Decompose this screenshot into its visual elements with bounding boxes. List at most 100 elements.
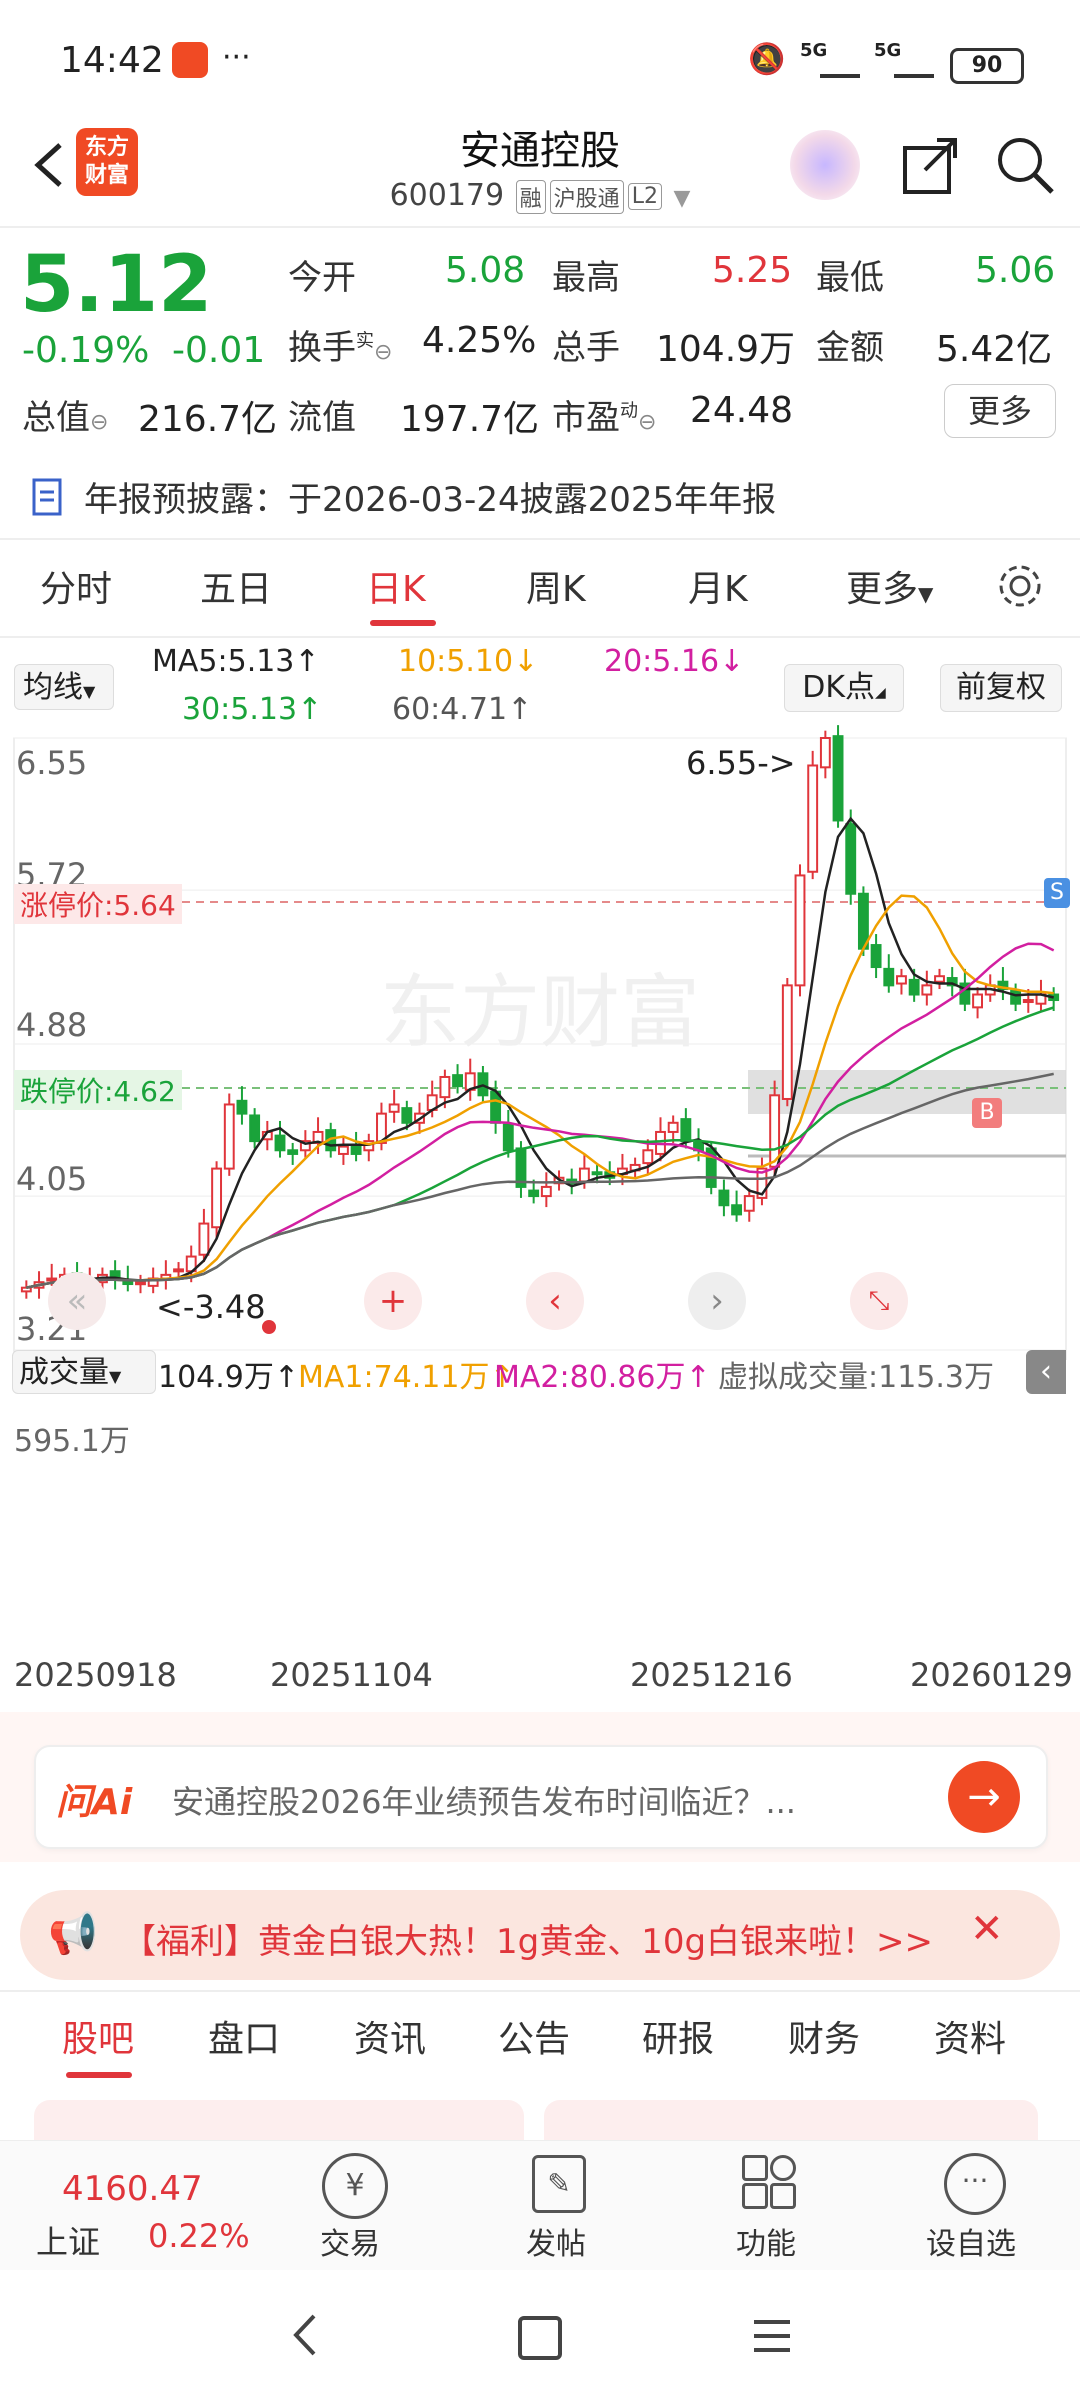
candle bbox=[718, 1189, 730, 1207]
system-navbar bbox=[0, 2270, 1080, 2400]
candle bbox=[743, 1195, 755, 1212]
sell-point-marker[interactable]: S bbox=[1044, 878, 1070, 908]
search-icon[interactable] bbox=[990, 130, 1060, 200]
robot-avatar-icon[interactable] bbox=[790, 130, 860, 200]
chevron-left-icon[interactable]: ‹ bbox=[526, 1272, 584, 1330]
nav-menu-icon[interactable] bbox=[750, 2314, 794, 2358]
zoom-in-icon[interactable]: + bbox=[364, 1272, 422, 1330]
tab-research[interactable]: 研报 bbox=[642, 2010, 714, 2062]
index-name: 上证 bbox=[36, 2223, 101, 2261]
date-label-3: 20251216 bbox=[630, 1656, 793, 1694]
promo-text: 【福利】黄金白银大热！1g黄金、10g白银来啦！>> bbox=[122, 1922, 934, 1962]
candle bbox=[198, 1222, 210, 1256]
y-tick-3: 4.88 bbox=[16, 1006, 88, 1044]
tag-l2: L2 bbox=[627, 183, 662, 210]
ai-question-text: 安通控股2026年业绩预告发布时间临近？... bbox=[172, 1783, 796, 1821]
change-pct: -0.19% bbox=[22, 330, 150, 371]
bottom-tab-indicator bbox=[66, 2072, 132, 2078]
arrow-right-icon[interactable]: → bbox=[948, 1761, 1020, 1833]
vol-ma2: MA2:80.86万↑ bbox=[494, 1360, 711, 1395]
more-quote-button[interactable]: 更多 bbox=[944, 384, 1056, 438]
open-label: 今开 bbox=[288, 258, 356, 298]
candle bbox=[870, 944, 882, 969]
pe-label: 市盈动⊖ bbox=[552, 398, 657, 438]
candle bbox=[236, 1099, 248, 1115]
candle bbox=[528, 1189, 540, 1198]
mute-icon: 🔕 bbox=[748, 42, 786, 77]
tab-guba[interactable]: 股吧 bbox=[62, 2010, 134, 2062]
volume-value: 104.9万 bbox=[656, 329, 796, 370]
y-tick-1: 6.55 bbox=[16, 744, 88, 782]
candle bbox=[452, 1074, 463, 1088]
candle bbox=[249, 1114, 261, 1143]
candle bbox=[223, 1103, 235, 1170]
virtual-volume: 虚拟成交量:115.3万 bbox=[718, 1360, 994, 1395]
trade-icon[interactable]: ¥ bbox=[322, 2153, 388, 2219]
tab-news[interactable]: 资讯 bbox=[354, 2010, 426, 2062]
status-time: 14:42 bbox=[60, 40, 164, 81]
amount-value: 5.42亿 bbox=[936, 329, 1053, 370]
candle bbox=[781, 984, 793, 1100]
nav-functions[interactable]: 功能 bbox=[736, 2219, 796, 2263]
close-icon[interactable]: ✕ bbox=[970, 1906, 1004, 1952]
nav-add-watchlist[interactable]: 设自选 bbox=[926, 2219, 1016, 2263]
nav-back-icon[interactable] bbox=[284, 2310, 328, 2360]
tab-profile[interactable]: 资料 bbox=[934, 2010, 1006, 2062]
candle bbox=[211, 1167, 223, 1229]
date-label-1: 20250918 bbox=[14, 1656, 177, 1694]
limit-down-label: 跌停价:4.62 bbox=[14, 1070, 182, 1110]
card-peek-left bbox=[34, 2100, 524, 2144]
ai-question-bar[interactable]: 问Ai 安通控股2026年业绩预告发布时间临近？... → bbox=[34, 1745, 1048, 1849]
dropdown-icon: ▼ bbox=[673, 186, 691, 211]
high-value: 5.25 bbox=[712, 250, 793, 291]
tag-connect: 沪股通 bbox=[549, 179, 624, 214]
chevron-right-icon[interactable]: › bbox=[688, 1272, 746, 1330]
candle bbox=[1010, 989, 1022, 1005]
post-icon[interactable]: ✎ bbox=[532, 2155, 586, 2213]
min-price-marker: <-3.48 bbox=[156, 1288, 266, 1326]
candle bbox=[439, 1075, 451, 1099]
candle bbox=[857, 892, 869, 950]
battery-icon: 90 bbox=[950, 48, 1024, 84]
max-price-marker: 6.55-> bbox=[686, 744, 796, 782]
amount-label: 金额 bbox=[816, 328, 884, 368]
signal-icon-1 bbox=[820, 50, 860, 78]
low-label: 最低 bbox=[816, 258, 884, 298]
candle bbox=[591, 1171, 603, 1176]
promo-banner[interactable]: 📢 【福利】黄金白银大热！1g黄金、10g白银来啦！>> ✕ bbox=[20, 1890, 1060, 1980]
watermark: 东方财富 bbox=[380, 966, 700, 1059]
nav-trade[interactable]: 交易 bbox=[320, 2219, 380, 2263]
nav-home-icon[interactable] bbox=[518, 2316, 562, 2360]
volume-current: 104.9万↑ bbox=[158, 1360, 300, 1395]
scroll-left-fast-icon[interactable]: « bbox=[48, 1272, 106, 1330]
candle bbox=[680, 1118, 692, 1143]
index-value[interactable]: 4160.47 bbox=[62, 2169, 203, 2209]
fullscreen-icon[interactable]: ⤡ bbox=[850, 1272, 908, 1330]
candle bbox=[274, 1134, 286, 1152]
turnover-value: 4.25% bbox=[422, 320, 537, 361]
promo-divider bbox=[0, 1990, 1080, 1992]
candle bbox=[731, 1204, 743, 1216]
card-peek-right bbox=[544, 2100, 1038, 2144]
volume-select[interactable]: 成交量▼ bbox=[12, 1350, 156, 1394]
nav-post[interactable]: 发帖 bbox=[526, 2219, 586, 2263]
volume-label: 总手 bbox=[552, 328, 620, 368]
tab-announcement[interactable]: 公告 bbox=[498, 2010, 570, 2062]
candle bbox=[540, 1185, 552, 1198]
float-value: 197.7亿 bbox=[400, 399, 540, 440]
current-price: 5.12 bbox=[20, 240, 213, 330]
tab-finance[interactable]: 财务 bbox=[788, 2010, 860, 2062]
more-circle-icon[interactable]: ··· bbox=[944, 2153, 1006, 2215]
volume-ymax: 595.1万 bbox=[14, 1424, 130, 1459]
buy-point-marker[interactable]: B bbox=[972, 1098, 1002, 1128]
collapse-panel-icon[interactable]: ‹ bbox=[1026, 1350, 1066, 1394]
status-bar: 14:42 ··· 🔕 5G 5G 90 bbox=[0, 0, 1080, 120]
candle bbox=[807, 764, 819, 873]
share-icon[interactable] bbox=[895, 130, 965, 200]
bottom-nav: 4160.47 上证 0.22% ¥ 交易 ✎ 发帖 功能 ··· 设自选 bbox=[0, 2140, 1080, 2271]
candle bbox=[819, 737, 831, 769]
apps-grid-icon[interactable] bbox=[742, 2155, 796, 2209]
more-dots-icon: ··· bbox=[222, 40, 251, 75]
candle bbox=[972, 993, 983, 1009]
tab-pankou[interactable]: 盘口 bbox=[208, 2010, 280, 2062]
